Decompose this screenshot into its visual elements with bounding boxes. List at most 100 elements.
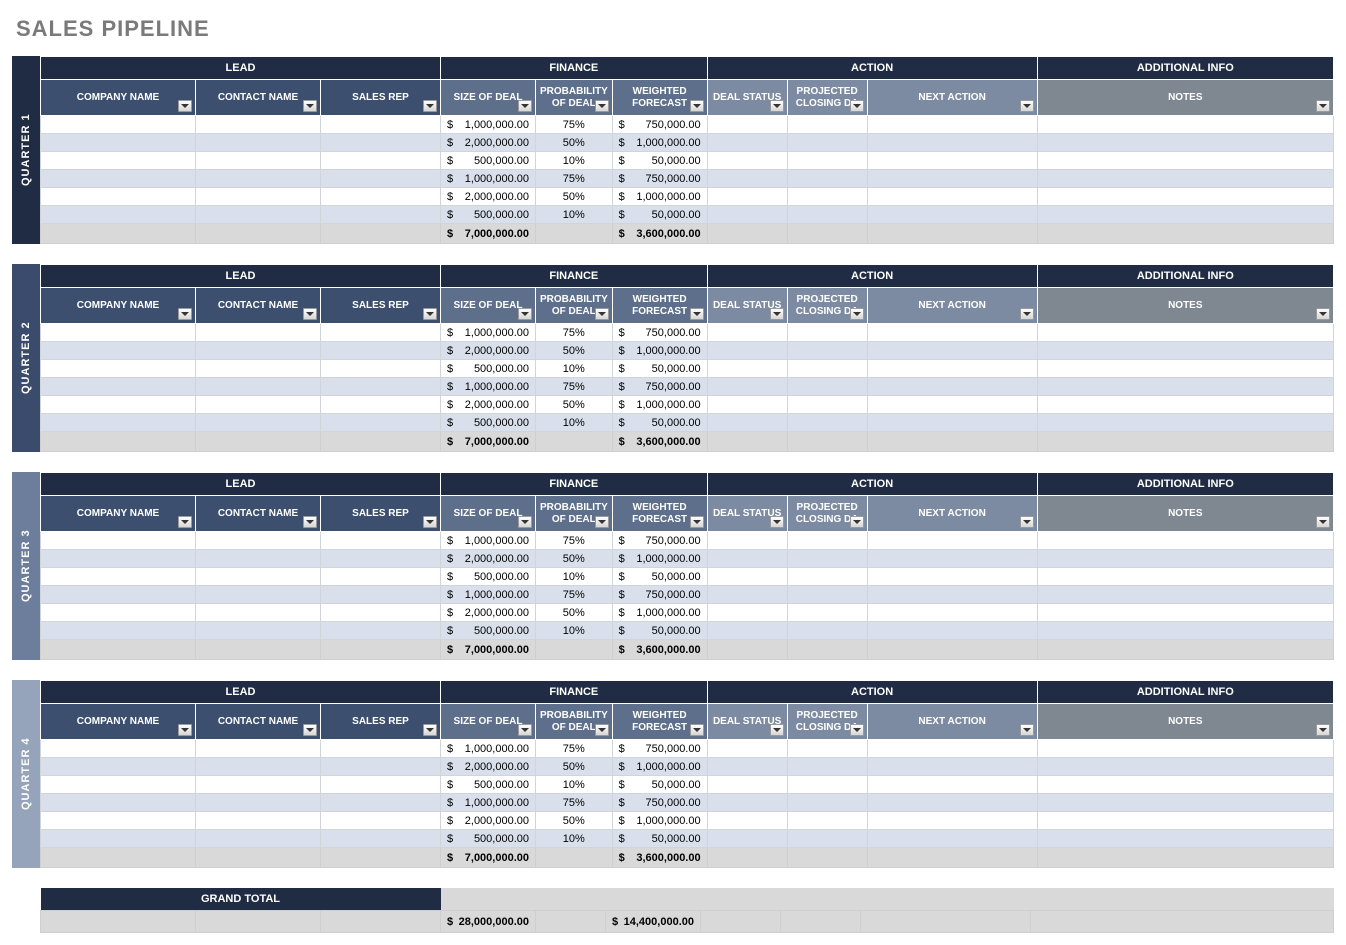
col-next[interactable]: NEXT ACTION (867, 288, 1037, 324)
cell-rep[interactable] (321, 830, 441, 848)
cell-notes[interactable] (1037, 396, 1333, 414)
cell-closing[interactable] (787, 776, 867, 794)
cell-contact[interactable] (196, 586, 321, 604)
cell-prob[interactable]: 10% (536, 206, 613, 224)
cell-closing[interactable] (787, 360, 867, 378)
cell-notes[interactable] (1037, 776, 1333, 794)
cell-forecast[interactable]: $750,000.00 (612, 116, 707, 134)
cell-forecast[interactable]: $750,000.00 (612, 740, 707, 758)
cell-notes[interactable] (1037, 188, 1333, 206)
cell-rep[interactable] (321, 170, 441, 188)
cell-closing[interactable] (787, 812, 867, 830)
cell-closing[interactable] (787, 342, 867, 360)
filter-dropdown-icon[interactable] (518, 308, 532, 320)
cell-deal[interactable]: $1,000,000.00 (441, 170, 536, 188)
cell-rep[interactable] (321, 758, 441, 776)
cell-contact[interactable] (196, 568, 321, 586)
cell-deal[interactable]: $1,000,000.00 (441, 116, 536, 134)
col-notes[interactable]: NOTES (1037, 288, 1333, 324)
cell-rep[interactable] (321, 532, 441, 550)
cell-forecast[interactable]: $50,000.00 (612, 360, 707, 378)
cell-status[interactable] (707, 360, 787, 378)
filter-dropdown-icon[interactable] (518, 100, 532, 112)
cell-deal[interactable]: $2,000,000.00 (441, 396, 536, 414)
cell-contact[interactable] (196, 152, 321, 170)
cell-rep[interactable] (321, 188, 441, 206)
cell-company[interactable] (41, 812, 196, 830)
col-contact[interactable]: CONTACT NAME (196, 288, 321, 324)
cell-contact[interactable] (196, 378, 321, 396)
cell-contact[interactable] (196, 532, 321, 550)
col-closing[interactable]: PROJECTED CLOSING DA (787, 496, 867, 532)
cell-next[interactable] (867, 152, 1037, 170)
cell-status[interactable] (707, 830, 787, 848)
cell-closing[interactable] (787, 758, 867, 776)
filter-dropdown-icon[interactable] (518, 516, 532, 528)
cell-forecast[interactable]: $50,000.00 (612, 622, 707, 640)
filter-dropdown-icon[interactable] (178, 724, 192, 736)
cell-status[interactable] (707, 342, 787, 360)
cell-company[interactable] (41, 116, 196, 134)
filter-dropdown-icon[interactable] (690, 100, 704, 112)
filter-dropdown-icon[interactable] (850, 100, 864, 112)
filter-dropdown-icon[interactable] (1316, 100, 1330, 112)
cell-notes[interactable] (1037, 324, 1333, 342)
filter-dropdown-icon[interactable] (690, 308, 704, 320)
cell-notes[interactable] (1037, 550, 1333, 568)
cell-next[interactable] (867, 188, 1037, 206)
filter-dropdown-icon[interactable] (1316, 308, 1330, 320)
cell-rep[interactable] (321, 794, 441, 812)
cell-next[interactable] (867, 170, 1037, 188)
cell-closing[interactable] (787, 622, 867, 640)
cell-prob[interactable]: 75% (536, 324, 613, 342)
cell-rep[interactable] (321, 812, 441, 830)
cell-status[interactable] (707, 414, 787, 432)
col-status[interactable]: DEAL STATUS (707, 80, 787, 116)
cell-status[interactable] (707, 116, 787, 134)
col-company[interactable]: COMPANY NAME (41, 496, 196, 532)
filter-dropdown-icon[interactable] (423, 100, 437, 112)
cell-deal[interactable]: $500,000.00 (441, 568, 536, 586)
col-notes[interactable]: NOTES (1037, 80, 1333, 116)
cell-company[interactable] (41, 758, 196, 776)
col-deal[interactable]: SIZE OF DEAL (441, 704, 536, 740)
cell-status[interactable] (707, 740, 787, 758)
filter-dropdown-icon[interactable] (303, 308, 317, 320)
cell-rep[interactable] (321, 622, 441, 640)
cell-status[interactable] (707, 170, 787, 188)
cell-deal[interactable]: $500,000.00 (441, 776, 536, 794)
cell-rep[interactable] (321, 550, 441, 568)
cell-rep[interactable] (321, 134, 441, 152)
cell-prob[interactable]: 50% (536, 812, 613, 830)
filter-dropdown-icon[interactable] (595, 308, 609, 320)
cell-notes[interactable] (1037, 342, 1333, 360)
filter-dropdown-icon[interactable] (690, 724, 704, 736)
cell-deal[interactable]: $500,000.00 (441, 414, 536, 432)
col-closing[interactable]: PROJECTED CLOSING DA (787, 288, 867, 324)
cell-contact[interactable] (196, 550, 321, 568)
filter-dropdown-icon[interactable] (1316, 724, 1330, 736)
cell-contact[interactable] (196, 776, 321, 794)
cell-contact[interactable] (196, 758, 321, 776)
col-deal[interactable]: SIZE OF DEAL (441, 496, 536, 532)
cell-notes[interactable] (1037, 740, 1333, 758)
cell-company[interactable] (41, 188, 196, 206)
col-rep[interactable]: SALES REP (321, 80, 441, 116)
filter-dropdown-icon[interactable] (1020, 724, 1034, 736)
cell-prob[interactable]: 75% (536, 532, 613, 550)
cell-next[interactable] (867, 776, 1037, 794)
cell-company[interactable] (41, 532, 196, 550)
cell-closing[interactable] (787, 830, 867, 848)
filter-dropdown-icon[interactable] (1020, 100, 1034, 112)
cell-prob[interactable]: 10% (536, 830, 613, 848)
cell-company[interactable] (41, 604, 196, 622)
cell-status[interactable] (707, 794, 787, 812)
cell-deal[interactable]: $1,000,000.00 (441, 740, 536, 758)
cell-company[interactable] (41, 324, 196, 342)
cell-next[interactable] (867, 324, 1037, 342)
cell-notes[interactable] (1037, 170, 1333, 188)
filter-dropdown-icon[interactable] (423, 516, 437, 528)
filter-dropdown-icon[interactable] (850, 724, 864, 736)
cell-closing[interactable] (787, 324, 867, 342)
cell-next[interactable] (867, 360, 1037, 378)
